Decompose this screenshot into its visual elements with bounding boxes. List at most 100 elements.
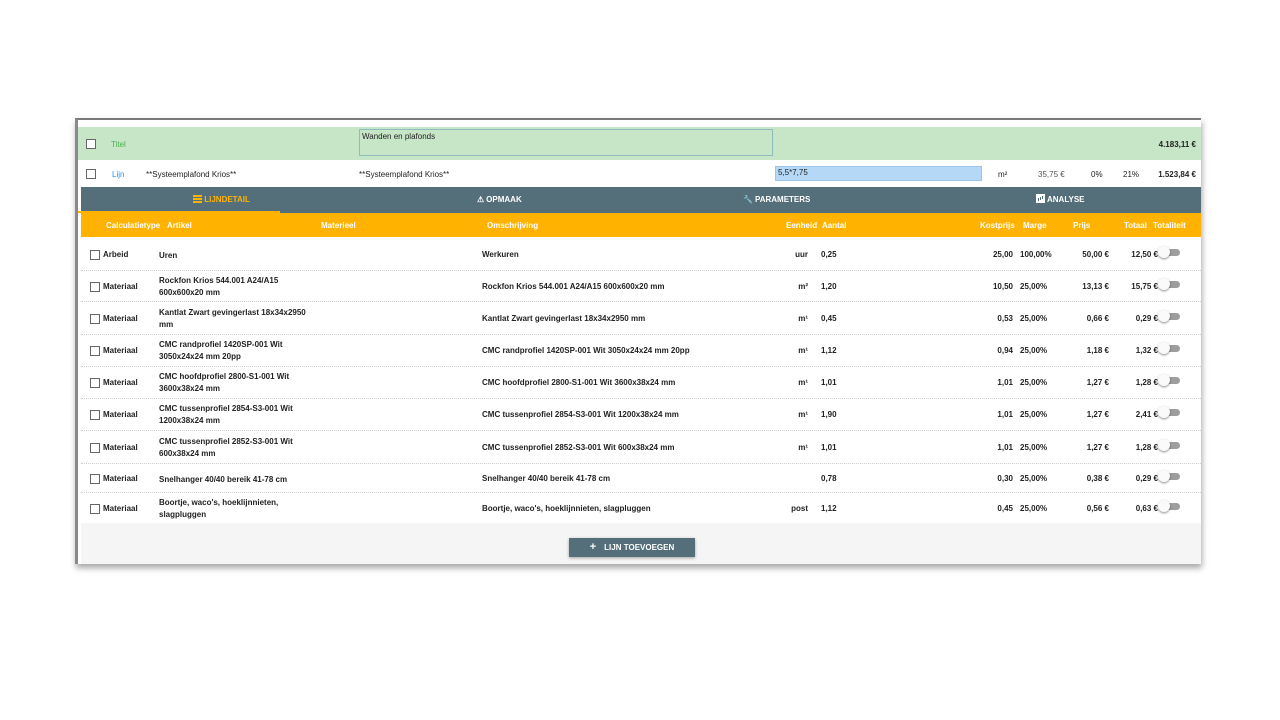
toggle-knob [1158,470,1170,482]
row-checkbox[interactable] [90,443,100,453]
row-kostprijs: 1,01 [997,378,1013,387]
row-checkbox[interactable] [90,474,100,484]
row-totaal: 0,29 € [1135,474,1158,483]
table-row[interactable]: Materiaal Boortje, waco's, hoeklijnnieten… [81,493,1201,525]
toggle-knob [1158,310,1170,322]
header-materieel[interactable]: Materieel [321,221,356,230]
tab-bar: LIJNDETAIL ⚠ OPMAAK 🔧 PARAMETERS ANALYSE [78,187,1201,213]
table-row[interactable]: Materiaal CMC tussenprofiel 2854-S3-001 W… [81,399,1201,431]
row-omschrijving: Snelhanger 40/40 bereik 41-78 cm [482,474,611,483]
row-aantal: 1,90 [821,410,837,419]
row-prijs: 0,66 € [1086,314,1109,323]
wrench-icon: 🔧 [743,195,753,204]
totaliteit-toggle[interactable] [1158,470,1182,483]
line-row-margin: 0% [1091,170,1103,179]
toggle-knob [1158,342,1170,354]
line-row-quantity-input[interactable]: 5,5*7,75 [775,166,982,181]
header-totaliteit[interactable]: Totaliteit [1153,221,1186,230]
row-prijs: 13,13 € [1082,282,1109,291]
row-omschrijving: Boortje, waco's, hoeklijnnieten, slagplu… [482,504,651,513]
table-row[interactable]: Materiaal CMC tussenprofiel 2852-S3-001 W… [81,431,1201,464]
row-checkbox[interactable] [90,282,100,292]
row-type: Materiaal [103,443,138,452]
row-artikel: CMC tussenprofiel 2854-S3-001 Wit 1200x3… [159,404,293,425]
header-omschrijving[interactable]: Omschrijving [487,221,538,230]
row-checkbox[interactable] [90,504,100,514]
row-eenheid: m² [798,282,808,291]
totaliteit-toggle[interactable] [1158,246,1182,259]
row-kostprijs: 10,50 [992,282,1013,291]
line-row-artikel: **Systeemplafond Krios** [146,170,237,179]
table-header: Calculatietype Artikel Materieel Omschri… [81,213,1201,237]
row-aantal: 1,20 [821,282,837,291]
row-eenheid: uur [795,250,808,259]
tab-analyse[interactable]: ANALYSE [1036,187,1085,213]
toggle-knob [1158,439,1170,451]
row-totaal: 0,63 € [1135,504,1158,513]
header-eenheid[interactable]: Eenheid [786,221,817,230]
table-row[interactable]: Materiaal Snelhanger 40/40 bereik 41-78 c… [81,464,1201,493]
row-type: Materiaal [103,410,138,419]
table-row[interactable]: Arbeid Uren Werkuren uur 0,25 25,00 100,00% 50,… [81,239,1201,271]
row-type: Materiaal [103,504,138,513]
title-input[interactable]: Wanden en plafonds [359,129,773,156]
row-artikel: Uren [159,251,178,260]
row-checkbox[interactable] [90,378,100,388]
row-checkbox[interactable] [90,250,100,260]
row-totaal: 1,32 € [1135,346,1158,355]
row-checkbox[interactable] [90,314,100,324]
totaliteit-toggle[interactable] [1158,374,1182,387]
totaliteit-toggle[interactable] [1158,439,1182,452]
row-artikel: Boortje, waco's, hoeklijnnieten, slagplu… [159,498,279,519]
tab-opmaak[interactable]: ⚠ OPMAAK [477,187,522,213]
totaliteit-toggle[interactable] [1158,500,1182,513]
row-aantal: 0,78 [821,474,837,483]
table-row[interactable]: Materiaal CMC hoofdprofiel 2800-S1-001 Wi… [81,367,1201,399]
row-totaal: 1,28 € [1135,378,1158,387]
row-prijs: 0,56 € [1086,504,1109,513]
row-totaal: 12,50 € [1131,250,1158,259]
header-artikel[interactable]: Artikel [167,221,192,230]
row-omschrijving: Werkuren [482,250,519,259]
table-row[interactable]: Materiaal CMC randprofiel 1420SP-001 Wit … [81,335,1201,367]
row-totaal: 2,41 € [1135,410,1158,419]
row-totaal: 0,29 € [1135,314,1158,323]
row-marge: 25,00% [1020,504,1048,513]
row-artikel: Snelhanger 40/40 bereik 41-78 cm [159,475,288,484]
header-calculatietype[interactable]: Calculatietype [106,221,160,230]
header-aantal[interactable]: Aantal [822,221,846,230]
row-checkbox[interactable] [90,410,100,420]
totaliteit-toggle[interactable] [1158,342,1182,355]
row-marge: 25,00% [1020,282,1048,291]
header-marge[interactable]: Marge [1023,221,1047,230]
table-row[interactable]: Materiaal Kantlat Zwart gevingerlast 18x3… [81,302,1201,335]
table-row[interactable]: Materiaal Rockfon Krios 544.001 A24/A15 6… [81,271,1201,302]
tab-parameters[interactable]: 🔧 PARAMETERS [743,187,810,213]
row-prijs: 1,27 € [1086,443,1109,452]
row-artikel: CMC tussenprofiel 2852-S3-001 Wit 600x38… [159,437,293,458]
totaliteit-toggle[interactable] [1158,406,1182,419]
row-marge: 25,00% [1020,378,1048,387]
line-row-cost: 35,75 € [1038,170,1065,179]
row-checkbox[interactable] [90,346,100,356]
line-row-checkbox[interactable] [86,169,96,179]
header-kostprijs[interactable]: Kostprijs [980,221,1015,230]
list-icon [193,195,202,203]
title-amount: 4.183,11 € [1158,140,1196,149]
totaliteit-toggle[interactable] [1158,310,1182,323]
totaliteit-toggle[interactable] [1158,278,1182,291]
row-eenheid: post [791,504,808,513]
row-kostprijs: 1,01 [997,443,1013,452]
title-row-checkbox[interactable] [86,139,96,149]
row-type: Materiaal [103,314,138,323]
row-prijs: 1,27 € [1086,378,1109,387]
row-artikel: CMC hoofdprofiel 2800-S1-001 Wit 3600x38… [159,372,290,393]
add-line-button[interactable]: + LIJN TOEVOEGEN [569,538,695,557]
row-marge: 25,00% [1020,314,1048,323]
row-kostprijs: 25,00 [992,250,1013,259]
row-eenheid: m¹ [798,410,808,419]
tab-lijndetail[interactable]: LIJNDETAIL [78,187,280,213]
row-prijs: 0,38 € [1086,474,1109,483]
header-totaal[interactable]: Totaal [1124,221,1147,230]
header-prijs[interactable]: Prijs [1073,221,1090,230]
